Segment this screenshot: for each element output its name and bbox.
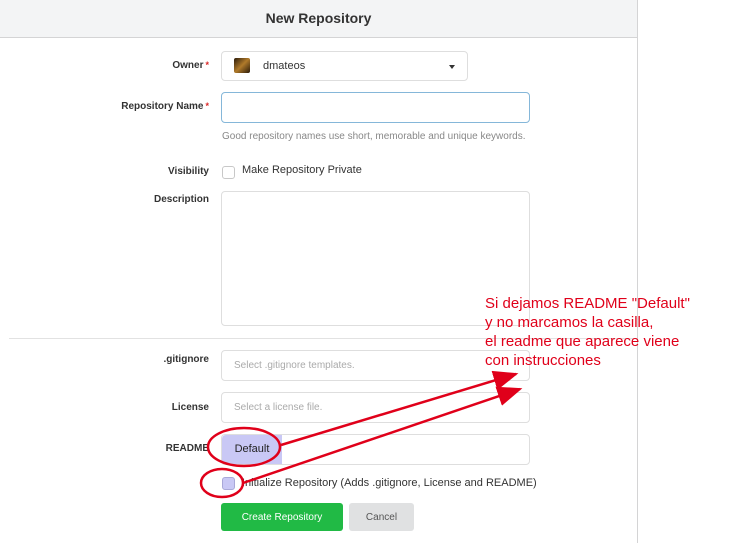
- annotation-note: Si dejamos README "Default" y no marcamo…: [485, 295, 690, 369]
- description-textarea[interactable]: [221, 191, 530, 326]
- new-repository-form: New Repository Owner * dmateos Repository…: [0, 0, 638, 543]
- repo-name-input[interactable]: [221, 92, 530, 123]
- owner-label: Owner *: [172, 60, 209, 71]
- private-checkbox-label: Make Repository Private: [242, 164, 362, 176]
- cancel-button[interactable]: Cancel: [349, 503, 414, 531]
- license-dropdown[interactable]: Select a license file.: [221, 392, 530, 423]
- gitignore-dropdown[interactable]: Select .gitignore templates.: [221, 350, 530, 381]
- chevron-down-icon: [449, 65, 455, 69]
- required-mark: *: [205, 60, 209, 70]
- create-repository-button[interactable]: Create Repository: [221, 503, 343, 531]
- license-label: License: [171, 402, 209, 413]
- readme-label: README: [165, 443, 209, 454]
- private-checkbox[interactable]: [222, 166, 235, 179]
- required-mark: *: [205, 101, 209, 111]
- form-title: New Repository: [0, 0, 637, 38]
- repo-name-label: Repository Name *: [121, 101, 209, 112]
- repo-name-hint: Good repository names use short, memorab…: [222, 131, 526, 142]
- gitignore-label: .gitignore: [163, 354, 209, 365]
- description-label: Description: [153, 194, 209, 205]
- readme-dropdown[interactable]: Default: [221, 434, 530, 465]
- owner-value: dmateos: [263, 60, 306, 72]
- auto-init-checkbox-label: Initialize Repository (Adds .gitignore, …: [242, 477, 537, 489]
- visibility-label: Visibility: [168, 166, 209, 177]
- auto-init-checkbox[interactable]: [222, 477, 235, 490]
- owner-dropdown[interactable]: dmateos: [221, 51, 468, 81]
- license-placeholder: Select a license file.: [234, 402, 323, 413]
- avatar: [234, 58, 250, 73]
- gitignore-placeholder: Select .gitignore templates.: [234, 360, 355, 371]
- readme-value: Default: [222, 435, 282, 464]
